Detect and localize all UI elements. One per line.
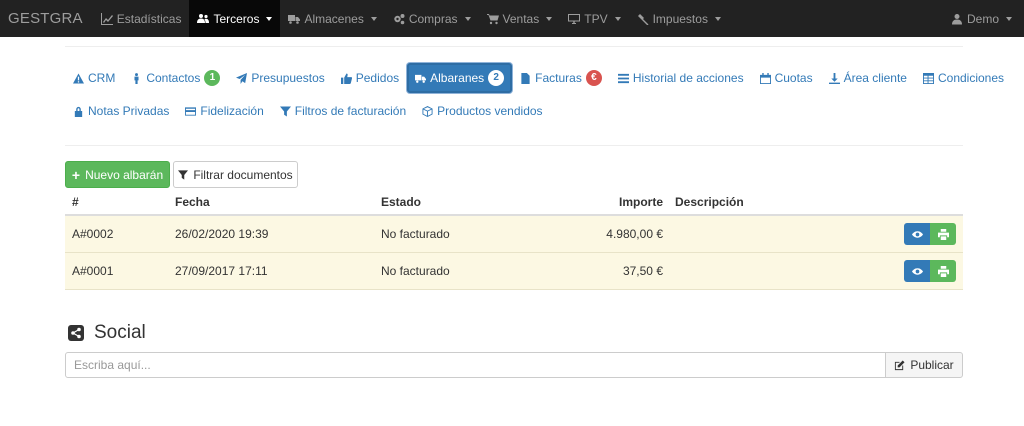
nav-tpv[interactable]: TPV (560, 0, 628, 37)
tab-albaranes[interactable]: Albaranes 2 (407, 63, 513, 93)
table-header: # Fecha Estado Importe Descripción (65, 190, 963, 216)
eye-icon (911, 267, 923, 275)
tab-historial[interactable]: Historial de acciones (610, 65, 752, 91)
nav-almacenes[interactable]: Almacenes (280, 0, 384, 37)
top-navbar: GESTGRA Estadísticas Terceros Almacenes … (0, 0, 1024, 37)
print-button[interactable] (930, 260, 956, 282)
table-icon (922, 72, 934, 84)
filter-icon (279, 105, 291, 117)
cell-importe: 4.980,00 € (606, 227, 663, 241)
chevron-down-icon (1006, 16, 1012, 21)
calendar-icon (759, 72, 771, 84)
lock-icon (74, 106, 83, 117)
filter-icon (178, 169, 189, 180)
cogs-icon (394, 13, 405, 24)
tab-contactos[interactable]: Contactos 1 (123, 65, 228, 91)
print-icon (937, 265, 949, 277)
table-row[interactable]: A#0001 27/09/2017 17:11 No facturado 37,… (65, 253, 963, 290)
chevron-down-icon (614, 16, 621, 21)
albaranes-table: # Fecha Estado Importe Descripción A#000… (65, 190, 963, 290)
filter-documents-button[interactable]: Filtrar documentos (173, 161, 298, 188)
tab-filtros-facturacion[interactable]: Filtros de facturación (272, 98, 414, 124)
tab-cuotas[interactable]: Cuotas (752, 65, 821, 91)
cart-icon (486, 13, 499, 24)
contactos-count-badge: 1 (204, 70, 221, 86)
cell-fecha: 26/02/2020 19:39 (175, 227, 269, 241)
cell-estado: No facturado (381, 227, 450, 241)
table-row[interactable]: A#0002 26/02/2020 19:39 No facturado 4.9… (65, 216, 963, 253)
view-button[interactable] (904, 223, 930, 245)
social-post-input[interactable] (65, 352, 886, 378)
tab-condiciones[interactable]: Condiciones (915, 65, 1012, 91)
tab-productos-vendidos[interactable]: Productos vendidos (414, 98, 550, 124)
chevron-down-icon (464, 16, 471, 21)
new-albaran-button[interactable]: + Nuevo albarán (65, 161, 170, 188)
edit-icon (895, 359, 905, 370)
chevron-down-icon (266, 16, 273, 21)
cell-num[interactable]: A#0002 (65, 227, 175, 241)
nav-compras[interactable]: Compras (385, 0, 479, 37)
tab-pedidos[interactable]: Pedidos (333, 65, 407, 91)
tab-crm[interactable]: CRM (65, 65, 123, 91)
divider (65, 46, 963, 47)
file-icon (521, 72, 530, 84)
tab-notas-privadas[interactable]: Notas Privadas (65, 98, 177, 124)
view-button[interactable] (904, 260, 930, 282)
download-icon (828, 72, 840, 84)
print-icon (937, 228, 949, 240)
col-header-importe[interactable]: Importe (541, 195, 663, 209)
cell-num[interactable]: A#0001 (65, 264, 175, 278)
col-header-fecha[interactable]: Fecha (175, 195, 381, 209)
col-header-num[interactable]: # (65, 195, 175, 209)
tab-facturas[interactable]: Facturas € (512, 65, 610, 91)
nav-ventas[interactable]: Ventas (479, 0, 561, 37)
tab-presupuestos[interactable]: Presupuestos (228, 65, 332, 91)
divider (65, 145, 963, 146)
desktop-icon (568, 13, 581, 24)
tab-fidelizacion[interactable]: Fidelización (177, 98, 271, 124)
nav-estadisticas[interactable]: Estadísticas (93, 0, 190, 37)
chevron-down-icon (714, 16, 721, 21)
social-heading: Social (68, 322, 146, 344)
share-icon (68, 325, 84, 341)
users-icon (197, 13, 210, 23)
chevron-down-icon (546, 16, 553, 21)
thumbs-up-icon (340, 72, 352, 84)
publish-button[interactable]: Publicar (885, 352, 963, 378)
gavel-icon (637, 13, 649, 25)
col-header-estado[interactable]: Estado (381, 195, 541, 209)
document-tabs-row-2: Notas Privadas Fidelización Filtros de f… (65, 98, 963, 124)
truck-icon (288, 14, 301, 24)
male-icon (134, 72, 139, 84)
cell-estado: No facturado (381, 264, 450, 278)
nav-terceros[interactable]: Terceros (189, 0, 281, 37)
truck-icon (415, 74, 427, 83)
eye-icon (911, 230, 923, 238)
warning-icon (73, 72, 84, 84)
nav-impuestos[interactable]: Impuestos (629, 0, 729, 37)
brand-logo[interactable]: GESTGRA (0, 0, 93, 37)
chevron-down-icon (370, 16, 377, 21)
user-icon (951, 13, 962, 24)
send-icon (236, 72, 248, 84)
cell-fecha: 27/09/2017 17:11 (175, 264, 268, 278)
col-header-descripcion[interactable]: Descripción (663, 195, 823, 209)
credit-card-icon (185, 106, 197, 116)
user-menu[interactable]: Demo (943, 0, 1024, 37)
albaranes-count-badge: 2 (488, 70, 505, 86)
list-icon (617, 73, 629, 83)
cell-importe: 37,50 € (622, 264, 663, 278)
document-tabs-row-1: CRM Contactos 1 Presupuestos Pedidos Alb… (65, 63, 1004, 93)
line-chart-icon (100, 12, 113, 25)
print-button[interactable] (930, 223, 956, 245)
facturas-euro-badge: € (585, 70, 602, 86)
cube-icon (422, 105, 433, 117)
tab-area-cliente[interactable]: Área cliente (821, 65, 915, 91)
plus-icon: + (71, 166, 81, 183)
